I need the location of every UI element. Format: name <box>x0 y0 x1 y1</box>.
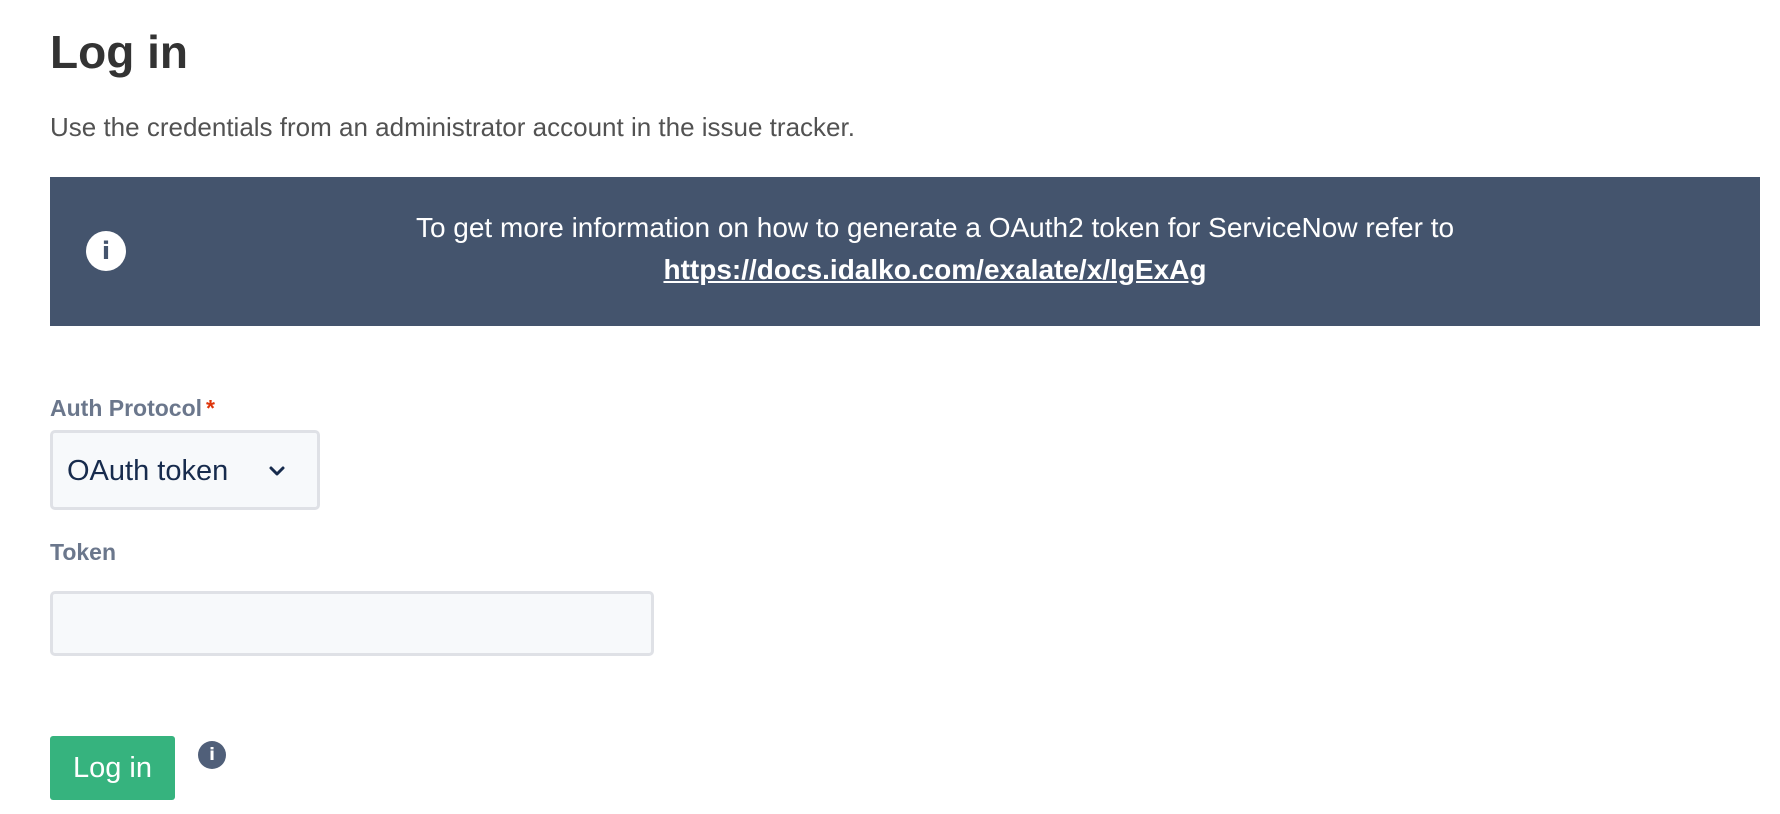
required-marker: * <box>206 395 215 421</box>
info-icon: i <box>86 231 126 271</box>
chevron-down-icon <box>269 466 285 476</box>
page-title: Log in <box>50 26 188 78</box>
auth-protocol-selected-value: OAuth token <box>67 455 229 487</box>
info-banner: i To get more information on how to gene… <box>50 177 1760 326</box>
banner-docs-link[interactable]: https://docs.idalko.com/exalate/x/lgExAg <box>663 249 1206 291</box>
info-icon[interactable]: i <box>198 741 226 769</box>
page-subtitle: Use the credentials from an administrato… <box>50 112 855 142</box>
banner-message: To get more information on how to genera… <box>170 207 1700 291</box>
token-input[interactable] <box>50 591 654 656</box>
token-label: Token <box>50 539 117 565</box>
auth-protocol-label-text: Auth Protocol <box>50 395 203 421</box>
login-button[interactable]: Log in <box>50 736 175 800</box>
login-page: Log in Use the credentials from an admin… <box>0 0 1780 814</box>
auth-protocol-select[interactable]: OAuth token <box>50 430 320 510</box>
banner-text: To get more information on how to genera… <box>415 212 1455 243</box>
auth-protocol-label: Auth Protocol * <box>50 394 215 422</box>
